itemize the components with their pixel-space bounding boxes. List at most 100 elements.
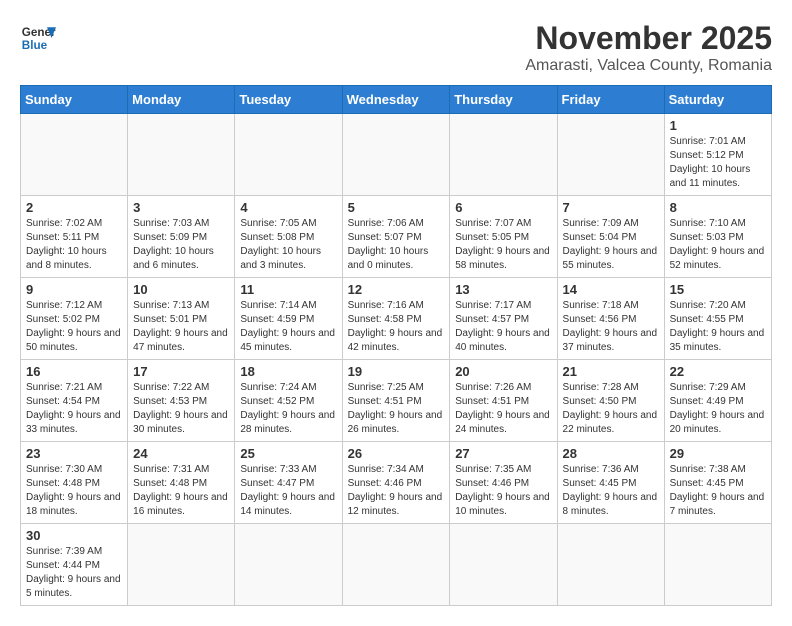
table-row: 30Sunrise: 7:39 AM Sunset: 4:44 PM Dayli… <box>21 524 128 606</box>
day-info: Sunrise: 7:29 AM Sunset: 4:49 PM Dayligh… <box>670 381 766 437</box>
logo: General Blue <box>20 20 56 56</box>
table-row: 16 Sunrise: 7:21 AM Sunset: 4:54 PM Dayli… <box>21 360 128 442</box>
day-number: 10 <box>133 282 229 297</box>
day-info: Sunrise: 7:28 AM Sunset: 4:50 PM Dayligh… <box>563 381 659 437</box>
col-monday: Monday <box>128 86 235 114</box>
table-row <box>235 114 342 196</box>
logo-icon: General Blue <box>20 20 56 56</box>
calendar-week-row: 9 Sunrise: 7:12 AM Sunset: 5:02 PM Daylig… <box>21 278 772 360</box>
table-row: 6 Sunrise: 7:07 AM Sunset: 5:05 PM Daylig… <box>450 196 557 278</box>
calendar-week-row: 1Sunrise: 7:01 AM Sunset: 5:12 PM Daylig… <box>21 114 772 196</box>
day-number: 2 <box>26 200 122 215</box>
day-info: Sunrise: 7:20 AM Sunset: 4:55 PM Dayligh… <box>670 299 766 355</box>
svg-text:Blue: Blue <box>22 39 48 52</box>
table-row <box>450 114 557 196</box>
day-number: 18 <box>240 364 336 379</box>
day-info: Sunrise: 7:24 AM Sunset: 4:52 PM Dayligh… <box>240 381 336 437</box>
day-info: Sunrise: 7:22 AM Sunset: 4:53 PM Dayligh… <box>133 381 229 437</box>
col-friday: Friday <box>557 86 664 114</box>
day-info: Sunrise: 7:26 AM Sunset: 4:51 PM Dayligh… <box>455 381 551 437</box>
table-row: 10Sunrise: 7:13 AM Sunset: 5:01 PM Dayli… <box>128 278 235 360</box>
table-row <box>557 524 664 606</box>
calendar-week-row: 30Sunrise: 7:39 AM Sunset: 4:44 PM Dayli… <box>21 524 772 606</box>
month-title: November 2025 <box>525 20 772 57</box>
calendar-week-row: 16 Sunrise: 7:21 AM Sunset: 4:54 PM Dayli… <box>21 360 772 442</box>
calendar-week-row: 2Sunrise: 7:02 AM Sunset: 5:11 PM Daylig… <box>21 196 772 278</box>
day-number: 20 <box>455 364 551 379</box>
day-info: Sunrise: 7:12 AM Sunset: 5:02 PM Dayligh… <box>26 299 122 355</box>
day-info: Sunrise: 7:38 AM Sunset: 4:45 PM Dayligh… <box>670 463 766 519</box>
table-row <box>450 524 557 606</box>
col-thursday: Thursday <box>450 86 557 114</box>
day-number: 19 <box>348 364 445 379</box>
table-row: 5 Sunrise: 7:06 AM Sunset: 5:07 PM Daylig… <box>342 196 450 278</box>
table-row: 19 Sunrise: 7:25 AM Sunset: 4:51 PM Dayli… <box>342 360 450 442</box>
day-info: Sunrise: 7:35 AM Sunset: 4:46 PM Dayligh… <box>455 463 551 519</box>
day-number: 22 <box>670 364 766 379</box>
title-area: November 2025 Amarasti, Valcea County, R… <box>525 20 772 75</box>
day-info: Sunrise: 7:36 AM Sunset: 4:45 PM Dayligh… <box>563 463 659 519</box>
table-row: 20 Sunrise: 7:26 AM Sunset: 4:51 PM Dayli… <box>450 360 557 442</box>
col-saturday: Saturday <box>664 86 771 114</box>
day-number: 26 <box>348 446 445 461</box>
table-row <box>235 524 342 606</box>
calendar: Sunday Monday Tuesday Wednesday Thursday… <box>20 85 772 606</box>
table-row: 9 Sunrise: 7:12 AM Sunset: 5:02 PM Daylig… <box>21 278 128 360</box>
day-info: Sunrise: 7:25 AM Sunset: 4:51 PM Dayligh… <box>348 381 445 437</box>
col-tuesday: Tuesday <box>235 86 342 114</box>
day-number: 13 <box>455 282 551 297</box>
table-row: 14 Sunrise: 7:18 AM Sunset: 4:56 PM Dayli… <box>557 278 664 360</box>
day-number: 14 <box>563 282 659 297</box>
table-row: 23 Sunrise: 7:30 AM Sunset: 4:48 PM Dayli… <box>21 442 128 524</box>
calendar-week-row: 23 Sunrise: 7:30 AM Sunset: 4:48 PM Dayli… <box>21 442 772 524</box>
day-info: Sunrise: 7:05 AM Sunset: 5:08 PM Dayligh… <box>240 217 336 273</box>
day-number: 7 <box>563 200 659 215</box>
table-row: 22 Sunrise: 7:29 AM Sunset: 4:49 PM Dayli… <box>664 360 771 442</box>
day-number: 5 <box>348 200 445 215</box>
table-row <box>342 114 450 196</box>
day-info: Sunrise: 7:21 AM Sunset: 4:54 PM Dayligh… <box>26 381 122 437</box>
day-info: Sunrise: 7:16 AM Sunset: 4:58 PM Dayligh… <box>348 299 445 355</box>
table-row: 7 Sunrise: 7:09 AM Sunset: 5:04 PM Daylig… <box>557 196 664 278</box>
day-number: 23 <box>26 446 122 461</box>
day-info: Sunrise: 7:09 AM Sunset: 5:04 PM Dayligh… <box>563 217 659 273</box>
day-info: Sunrise: 7:14 AM Sunset: 4:59 PM Dayligh… <box>240 299 336 355</box>
day-number: 6 <box>455 200 551 215</box>
day-number: 12 <box>348 282 445 297</box>
table-row: 25Sunrise: 7:33 AM Sunset: 4:47 PM Dayli… <box>235 442 342 524</box>
day-number: 9 <box>26 282 122 297</box>
day-number: 4 <box>240 200 336 215</box>
day-info: Sunrise: 7:07 AM Sunset: 5:05 PM Dayligh… <box>455 217 551 273</box>
table-row: 18 Sunrise: 7:24 AM Sunset: 4:52 PM Dayli… <box>235 360 342 442</box>
table-row: 29 Sunrise: 7:38 AM Sunset: 4:45 PM Dayli… <box>664 442 771 524</box>
day-number: 27 <box>455 446 551 461</box>
table-row: 28 Sunrise: 7:36 AM Sunset: 4:45 PM Dayli… <box>557 442 664 524</box>
day-info: Sunrise: 7:06 AM Sunset: 5:07 PM Dayligh… <box>348 217 445 273</box>
table-row: 15 Sunrise: 7:20 AM Sunset: 4:55 PM Dayli… <box>664 278 771 360</box>
day-info: Sunrise: 7:39 AM Sunset: 4:44 PM Dayligh… <box>26 545 122 601</box>
day-number: 17 <box>133 364 229 379</box>
day-number: 8 <box>670 200 766 215</box>
day-number: 3 <box>133 200 229 215</box>
table-row: 11 Sunrise: 7:14 AM Sunset: 4:59 PM Dayli… <box>235 278 342 360</box>
col-wednesday: Wednesday <box>342 86 450 114</box>
col-sunday: Sunday <box>21 86 128 114</box>
table-row: 2Sunrise: 7:02 AM Sunset: 5:11 PM Daylig… <box>21 196 128 278</box>
day-info: Sunrise: 7:01 AM Sunset: 5:12 PM Dayligh… <box>670 135 766 191</box>
day-number: 29 <box>670 446 766 461</box>
day-info: Sunrise: 7:30 AM Sunset: 4:48 PM Dayligh… <box>26 463 122 519</box>
table-row: 12 Sunrise: 7:16 AM Sunset: 4:58 PM Dayli… <box>342 278 450 360</box>
table-row <box>557 114 664 196</box>
day-number: 28 <box>563 446 659 461</box>
day-number: 11 <box>240 282 336 297</box>
table-row: 17 Sunrise: 7:22 AM Sunset: 4:53 PM Dayli… <box>128 360 235 442</box>
day-info: Sunrise: 7:18 AM Sunset: 4:56 PM Dayligh… <box>563 299 659 355</box>
day-number: 16 <box>26 364 122 379</box>
table-row: 3Sunrise: 7:03 AM Sunset: 5:09 PM Daylig… <box>128 196 235 278</box>
table-row <box>128 114 235 196</box>
table-row <box>664 524 771 606</box>
location-title: Amarasti, Valcea County, Romania <box>525 57 772 75</box>
calendar-header-row: Sunday Monday Tuesday Wednesday Thursday… <box>21 86 772 114</box>
table-row: 27 Sunrise: 7:35 AM Sunset: 4:46 PM Dayli… <box>450 442 557 524</box>
day-number: 15 <box>670 282 766 297</box>
